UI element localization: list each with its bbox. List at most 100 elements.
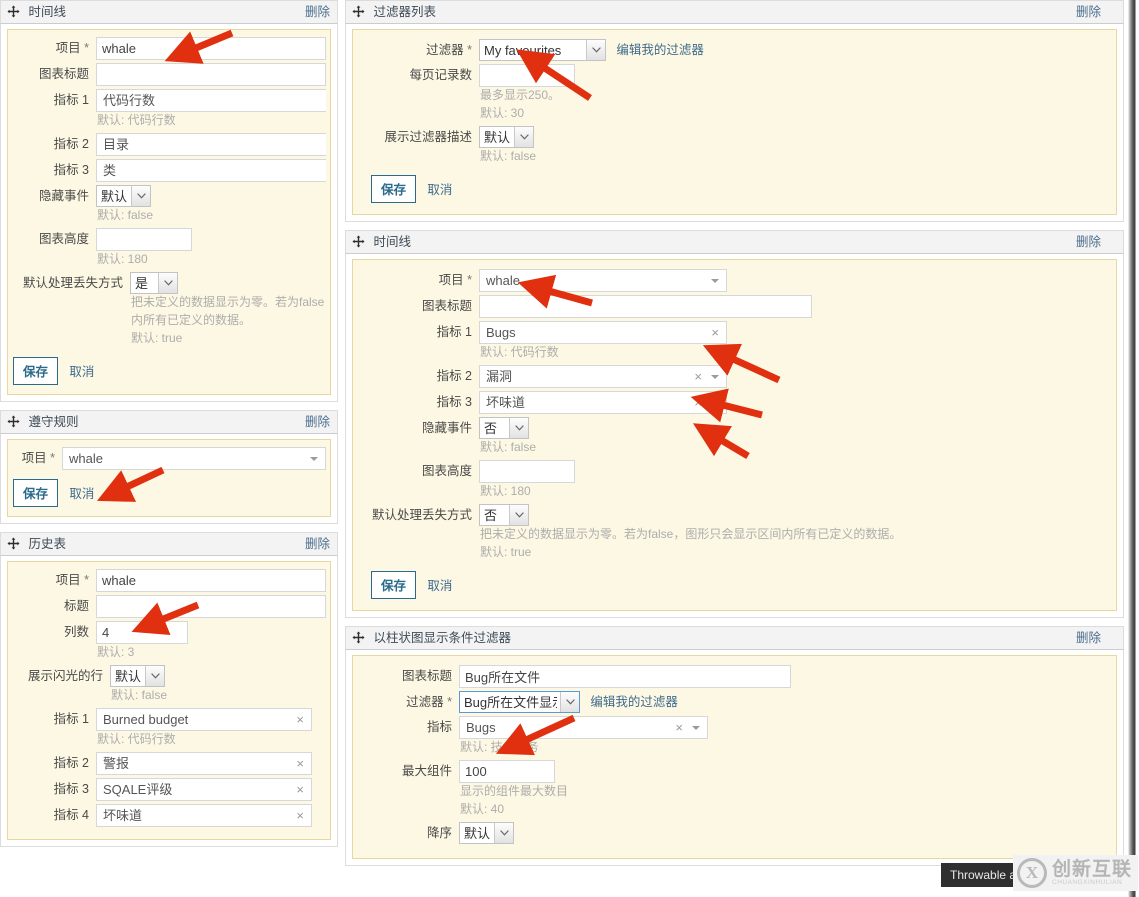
field-control: 默认: 3 <box>96 621 326 662</box>
chart-height-input[interactable] <box>479 460 575 483</box>
descending-select[interactable]: 默认 <box>459 822 514 844</box>
clear-icon[interactable]: × <box>296 753 304 774</box>
widget-header[interactable]: 过滤器列表 删除 <box>345 0 1124 24</box>
metric-2-combo[interactable]: 漏洞 × <box>479 365 727 388</box>
project-combo[interactable]: whale <box>479 269 727 292</box>
clear-icon[interactable]: × <box>675 717 683 738</box>
field-control: 默认 默认: false <box>479 126 1110 166</box>
field-row-chart-height: 图表高度 默认: 180 <box>359 460 1110 501</box>
project-combo[interactable]: whale <box>62 447 326 470</box>
edit-my-filters-link[interactable]: 编辑我的过滤器 <box>590 691 678 713</box>
cancel-link[interactable]: 取消 <box>65 480 98 505</box>
filter-select-wrap: Bug所在文件显示 <box>459 691 580 713</box>
widget-header[interactable]: 遵守规则 删除 <box>0 410 338 434</box>
sparkline-select[interactable]: 默认 <box>110 665 165 687</box>
filter-select[interactable]: Bug所在文件显示 <box>459 691 580 713</box>
field-label: 指标 1 <box>53 93 89 107</box>
clear-icon[interactable]: × <box>296 709 304 730</box>
widget-config-form: 过滤器 * My favourites 编辑我的过滤器 每页记录数 最多显示25… <box>352 29 1117 215</box>
project-input[interactable] <box>96 569 326 592</box>
caret-down-icon <box>711 279 719 283</box>
move-cross-icon[interactable] <box>352 233 365 248</box>
filter-select[interactable]: My favourites <box>479 39 606 61</box>
field-label: 图表标题 <box>421 299 472 313</box>
move-cross-icon[interactable] <box>7 3 20 18</box>
field-label: 项目 * <box>21 451 55 465</box>
save-button[interactable]: 保存 <box>371 175 417 203</box>
metric-1-hint: 默认: 代码行数 <box>480 345 559 359</box>
metric-2-combo[interactable]: 目录 × <box>96 133 326 156</box>
delete-widget-link[interactable]: 删除 <box>1076 1 1101 23</box>
clear-icon[interactable]: × <box>296 805 304 826</box>
field-label: 隐藏事件 <box>421 421 472 435</box>
field-row-metric-3: 指标 3 类 × <box>12 159 326 182</box>
metric-1-combo[interactable]: Burned budget × <box>96 708 312 731</box>
field-row-missing-values: 默认处理丢失方式 是 把未定义的数据显示为零。若为false 内所有已定义的数据… <box>12 272 326 348</box>
watermark-subtitle: CHUANGXINHULIAN <box>1052 878 1123 886</box>
widget-filter-list: 过滤器列表 删除 过滤器 * My favourites 编辑我的过滤器 每页记… <box>345 0 1124 222</box>
field-control: 是 把未定义的数据显示为零。若为false 内所有已定义的数据。 默认: tru… <box>130 272 326 348</box>
missing-values-select[interactable]: 是 <box>130 272 178 294</box>
metric-1-combo[interactable]: 代码行数 × <box>96 89 326 112</box>
project-value: whale <box>69 451 103 466</box>
show-description-select[interactable]: 默认 <box>479 126 534 148</box>
field-row-metric-4: 指标 4 坏味道 × <box>12 804 326 827</box>
chart-title-input[interactable] <box>479 295 812 318</box>
move-cross-icon[interactable] <box>7 413 20 428</box>
delete-widget-link[interactable]: 删除 <box>305 411 330 433</box>
cancel-link[interactable]: 取消 <box>423 176 456 201</box>
move-cross-icon[interactable] <box>352 3 365 18</box>
save-button[interactable]: 保存 <box>371 571 417 599</box>
field-label: 降序 <box>426 826 452 840</box>
widget-header[interactable]: 时间线 删除 <box>0 0 338 24</box>
widget-timeline-right: 时间线 删除 项目 * whale 图表标题 指标 1 Bugs × 默认: 代… <box>345 230 1124 618</box>
widget-header[interactable]: 历史表 删除 <box>0 532 338 556</box>
metric-1-combo[interactable]: Bugs × <box>479 321 727 344</box>
field-label: 图表高度 <box>38 232 89 246</box>
delete-widget-link[interactable]: 删除 <box>1076 627 1101 649</box>
delete-widget-link[interactable]: 删除 <box>305 1 330 23</box>
show-description-hint: 默认: false <box>480 149 537 163</box>
delete-widget-link[interactable]: 删除 <box>1076 231 1101 253</box>
clear-icon[interactable]: × <box>296 779 304 800</box>
save-button[interactable]: 保存 <box>13 357 59 385</box>
clear-icon[interactable]: × <box>694 366 702 387</box>
clear-icon[interactable]: × <box>694 392 702 413</box>
move-cross-icon[interactable] <box>7 535 20 550</box>
field-row-show-description: 展示过滤器描述 默认 默认: false <box>359 126 1110 166</box>
hide-events-select[interactable]: 默认 <box>96 185 151 207</box>
field-row-metric-2: 指标 2 警报 × <box>12 752 326 775</box>
hide-events-select[interactable]: 否 <box>479 417 529 439</box>
clear-icon[interactable]: × <box>711 322 719 343</box>
save-button[interactable]: 保存 <box>13 479 59 507</box>
widget-header[interactable]: 以柱状图显示条件过滤器 删除 <box>345 626 1124 650</box>
field-label: 指标 3 <box>53 782 89 796</box>
cancel-link[interactable]: 取消 <box>423 572 456 597</box>
title-input[interactable] <box>96 595 326 618</box>
delete-widget-link[interactable]: 删除 <box>305 533 330 555</box>
widget-body: 项目 * whale 保存 取消 <box>0 434 338 524</box>
field-label: 展示闪光的行 <box>27 669 103 683</box>
missing-values-select[interactable]: 否 <box>479 504 529 526</box>
metric-combo[interactable]: Bugs × <box>459 716 708 739</box>
metric-3-combo[interactable]: 坏味道 × <box>479 391 727 414</box>
chart-title-input[interactable] <box>96 63 326 86</box>
metric-1-hint: 默认: 代码行数 <box>97 113 176 127</box>
move-cross-icon[interactable] <box>352 629 365 644</box>
chart-height-hint: 默认: 180 <box>97 252 148 266</box>
chart-title-input[interactable] <box>459 665 791 688</box>
edit-my-filters-link[interactable]: 编辑我的过滤器 <box>616 39 704 61</box>
metric-3-combo[interactable]: SQALE评级 × <box>96 778 312 801</box>
max-components-input[interactable] <box>459 760 555 783</box>
cancel-link[interactable]: 取消 <box>65 358 98 383</box>
widget-header[interactable]: 时间线 删除 <box>345 230 1124 254</box>
page-size-input[interactable] <box>479 64 575 87</box>
project-input[interactable] <box>96 37 326 60</box>
metric-3-combo[interactable]: 类 × <box>96 159 326 182</box>
columns-input[interactable] <box>96 621 188 644</box>
metric-1-value: Bugs <box>486 325 516 340</box>
field-label: 指标 3 <box>436 395 472 409</box>
metric-2-combo[interactable]: 警报 × <box>96 752 312 775</box>
metric-4-combo[interactable]: 坏味道 × <box>96 804 312 827</box>
chart-height-input[interactable] <box>96 228 192 251</box>
